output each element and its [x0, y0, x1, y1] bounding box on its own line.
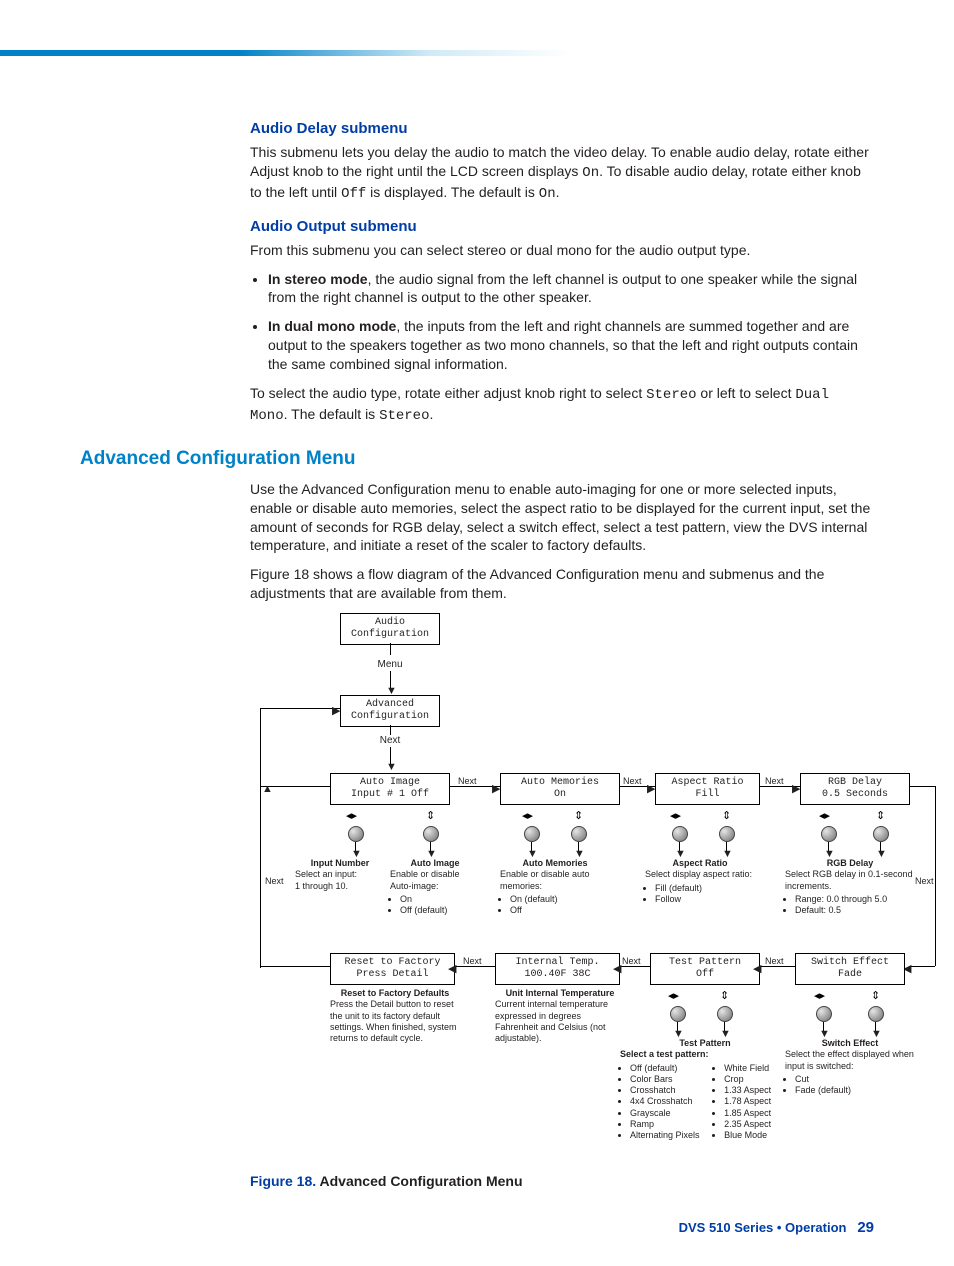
box-rgb-delay: RGB Delay0.5 Seconds	[800, 773, 910, 805]
desc-switch-effect: Switch Effect Select the effect displaye…	[785, 1038, 915, 1096]
desc-test-pattern: Test Pattern Select a test pattern: Off …	[620, 1038, 790, 1141]
figure-caption: Figure 18. Advanced Configuration Menu	[250, 1173, 874, 1189]
box-switch-effect: Switch EffectFade	[795, 953, 905, 985]
desc-reset: Reset to Factory Defaults Press the Deta…	[330, 988, 460, 1044]
figure-number: Figure 18.	[250, 1173, 320, 1189]
para: From this submenu you can select stereo …	[250, 241, 874, 260]
text: . The default is	[284, 406, 379, 422]
box-adv-config: AdvancedConfiguration	[340, 695, 440, 727]
label-menu: Menu	[370, 659, 410, 670]
code-text: On	[582, 165, 599, 181]
list-item: In stereo mode, the audio signal from th…	[268, 270, 874, 308]
para: Figure 18 shows a flow diagram of the Ad…	[250, 565, 874, 603]
desc-temp: Unit Internal Temperature Current intern…	[495, 988, 625, 1044]
code-text: Off	[341, 186, 366, 202]
knob-icon	[524, 826, 540, 842]
knob-icon	[821, 826, 837, 842]
footer-title: DVS 510 Series • Operation	[679, 1220, 847, 1235]
page-number: 29	[857, 1219, 874, 1236]
knob-icon	[571, 826, 587, 842]
flow-diagram: AudioConfiguration Menu ▼ AdvancedConfig…	[170, 613, 930, 1163]
label-next: Next	[458, 776, 477, 786]
box-aspect-ratio: Aspect RatioFill	[655, 773, 760, 805]
label-next: Next	[765, 956, 784, 966]
text: To select the audio type, rotate either …	[250, 385, 646, 401]
heading-audio-output: Audio Output submenu	[250, 218, 874, 235]
figure-title: Advanced Configuration Menu	[320, 1173, 523, 1189]
label-next: Next	[370, 735, 410, 746]
desc-input-number: Input Number Select an input:1 through 1…	[295, 858, 385, 892]
desc-rgb-delay: RGB Delay Select RGB delay in 0.1-second…	[785, 858, 915, 916]
label-next: Next	[265, 876, 284, 886]
label-next: Next	[463, 956, 482, 966]
knob-icon	[868, 1006, 884, 1022]
code-text: On	[539, 186, 556, 202]
text: is displayed. The default is	[366, 184, 539, 200]
desc-auto-memories: Auto Memories Enable or disable auto mem…	[500, 858, 610, 916]
text-strong: In dual mono mode	[268, 318, 396, 334]
box-audio-config: AudioConfiguration	[340, 613, 440, 645]
para: To select the audio type, rotate either …	[250, 384, 874, 426]
desc-aspect-ratio: Aspect Ratio Select display aspect ratio…	[645, 858, 755, 905]
box-auto-image: Auto ImageInput # 1 Off	[330, 773, 450, 805]
list-item: In dual mono mode, the inputs from the l…	[268, 317, 874, 374]
desc-auto-image: Auto Image Enable or disable Auto-image:…	[390, 858, 480, 916]
knob-icon	[873, 826, 889, 842]
knob-icon	[423, 826, 439, 842]
para: Use the Advanced Configuration menu to e…	[250, 480, 874, 556]
text-strong: In stereo mode	[268, 271, 368, 287]
box-test-pattern: Test PatternOff	[650, 953, 760, 985]
knob-icon	[670, 1006, 686, 1022]
code-text: Stereo	[646, 387, 696, 403]
text: or left to select	[697, 385, 796, 401]
heading-audio-delay: Audio Delay submenu	[250, 120, 874, 137]
heading-adv-config: Advanced Configuration Menu	[80, 448, 874, 470]
box-reset-factory: Reset to FactoryPress Detail	[330, 953, 455, 985]
knob-icon	[672, 826, 688, 842]
knob-icon	[816, 1006, 832, 1022]
knob-icon	[719, 826, 735, 842]
label-next: Next	[915, 876, 934, 886]
text: .	[430, 406, 434, 422]
page-footer: DVS 510 Series • Operation 29	[80, 1219, 874, 1236]
box-auto-memories: Auto MemoriesOn	[500, 773, 620, 805]
knob-icon	[348, 826, 364, 842]
code-text: Stereo	[379, 408, 429, 424]
knob-icon	[717, 1006, 733, 1022]
para: This submenu lets you delay the audio to…	[250, 143, 874, 204]
label-next: Next	[623, 776, 642, 786]
label-next: Next	[622, 956, 641, 966]
box-internal-temp: Internal Temp.100.40F 38C	[495, 953, 620, 985]
text: .	[556, 184, 560, 200]
label-next: Next	[765, 776, 784, 786]
